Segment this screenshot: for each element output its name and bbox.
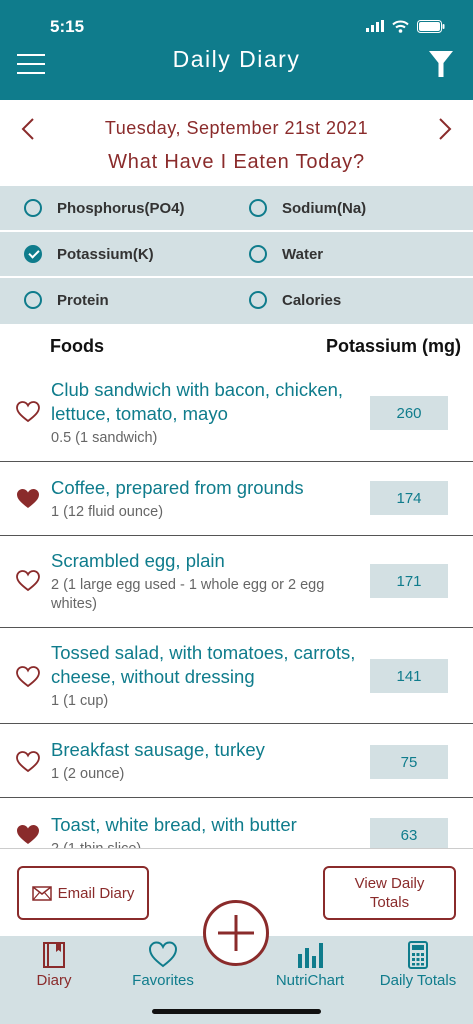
heart-outline-icon[interactable] [16,570,40,592]
nutrient-value: 260 [370,396,448,430]
nutrient-filter-group: Phosphorus(PO4) Sodium(Na) Potassium(K) … [0,186,473,324]
view-daily-totals-label: View Daily Totals [354,875,425,911]
radio-button[interactable] [249,199,267,217]
heart-icon [148,941,178,968]
food-portion: 1 (1 cup) [51,693,109,709]
food-portion: 2 (1 thin slice) [51,840,361,848]
nutrient-option-protein[interactable]: Protein [24,278,109,322]
nutrient-option-label: Calories [282,291,342,309]
food-portion: 1 (2 ounce) [51,766,125,782]
food-row[interactable]: Breakfast sausage, turkey 1 (2 ounce) 75 [0,724,473,798]
nutrient-option-label: Phosphorus(PO4) [57,199,185,217]
food-name[interactable]: Coffee, prepared from grounds [51,476,356,500]
section-question: What Have I Eaten Today? [108,151,365,173]
food-portion: 2 (1 large egg used - 1 whole egg or 2 e… [51,577,325,612]
food-row[interactable]: Toast, white bread, with butter 2 (1 thi… [0,798,473,848]
food-row[interactable]: Club sandwich with bacon, chicken, lettu… [0,370,473,462]
food-name[interactable]: Toast, white bread, with butter [51,813,356,837]
status-bar: 5:15 [0,0,473,44]
heart-outline-icon[interactable] [16,666,40,688]
food-row[interactable]: Tossed salad, with tomatoes, carrots, ch… [0,628,473,724]
food-list-header: Foods Potassium (mg) [0,324,473,370]
food-portion: 1 (12 fluid ounce) [51,504,164,520]
chevron-right-icon[interactable] [437,118,453,140]
heart-outline-icon[interactable] [16,751,40,773]
radio-button[interactable] [249,245,267,263]
nutrient-option-sodium[interactable]: Sodium(Na) [249,186,366,230]
radio-button[interactable] [249,291,267,309]
radio-button[interactable] [24,291,42,309]
heart-filled-icon[interactable] [16,824,40,846]
wifi-icon [392,20,409,33]
nutrient-column-header: Potassium (mg) [325,336,461,356]
food-name[interactable]: Club sandwich with bacon, chicken, lettu… [51,378,356,426]
food-list[interactable]: Club sandwich with bacon, chicken, lettu… [0,370,473,848]
food-row[interactable]: Scrambled egg, plain 2 (1 large egg used… [0,536,473,628]
food-name[interactable]: Tossed salad, with tomatoes, carrots, ch… [51,641,356,689]
nutrient-option-water[interactable]: Water [249,232,323,276]
tab-label: NutriChart [275,972,345,989]
foods-column-header: Foods [50,336,104,356]
current-date: Tuesday, September 21st 2021 [104,118,369,138]
envelope-icon [31,885,52,901]
heart-outline-icon[interactable] [16,401,40,423]
tab-diary[interactable]: Diary [4,936,104,996]
filter-icon[interactable] [428,50,454,78]
status-icons [366,16,445,36]
add-food-button[interactable] [203,900,269,966]
calculator-icon [408,941,428,969]
nutrient-option-phosphorus[interactable]: Phosphorus(PO4) [24,186,185,230]
nutrient-value: 75 [370,745,448,779]
tab-nutrichart[interactable]: NutriChart [260,936,360,996]
nutrient-option-label: Water [282,245,324,263]
nutrient-option-calories[interactable]: Calories [249,278,341,322]
food-name[interactable]: Breakfast sausage, turkey [51,738,356,762]
app-header: 5:15 Daily Diary [0,0,473,100]
food-portion: 0.5 (1 sandwich) [51,430,158,446]
tab-label: Favorites [132,972,194,989]
radio-checked-icon[interactable] [24,245,42,263]
home-indicator [152,1009,321,1014]
page-title: Daily Diary [172,46,301,72]
tab-favorites[interactable]: Favorites [113,936,213,996]
signal-icon [366,20,384,32]
radio-button[interactable] [24,199,42,217]
battery-icon [417,19,445,33]
heart-filled-icon[interactable] [16,488,40,510]
nutrient-value: 63 [370,818,448,848]
nutrient-value: 171 [370,564,448,598]
nutrient-option-potassium[interactable]: Potassium(K) [24,232,154,276]
food-row[interactable]: Coffee, prepared from grounds 1 (12 flui… [0,462,473,536]
tab-daily-totals[interactable]: Daily Totals [368,936,468,996]
diary-icon [43,942,65,968]
nutrient-option-label: Protein [57,291,109,309]
tab-label: Diary [36,972,72,989]
email-diary-button[interactable]: Email Diary [17,866,149,920]
food-name[interactable]: Scrambled egg, plain [51,549,356,573]
nutrient-option-label: Potassium(K) [57,245,154,263]
nutrient-option-label: Sodium(Na) [282,199,367,217]
status-time: 5:15 [50,17,85,36]
view-daily-totals-button[interactable]: View Daily Totals [323,866,456,920]
tab-label: Daily Totals [379,972,457,989]
nutrient-value: 141 [370,659,448,693]
bar-chart-icon [298,943,323,968]
plus-icon [218,915,254,951]
email-diary-label: Email Diary [57,884,135,902]
nutrient-value: 174 [370,481,448,515]
